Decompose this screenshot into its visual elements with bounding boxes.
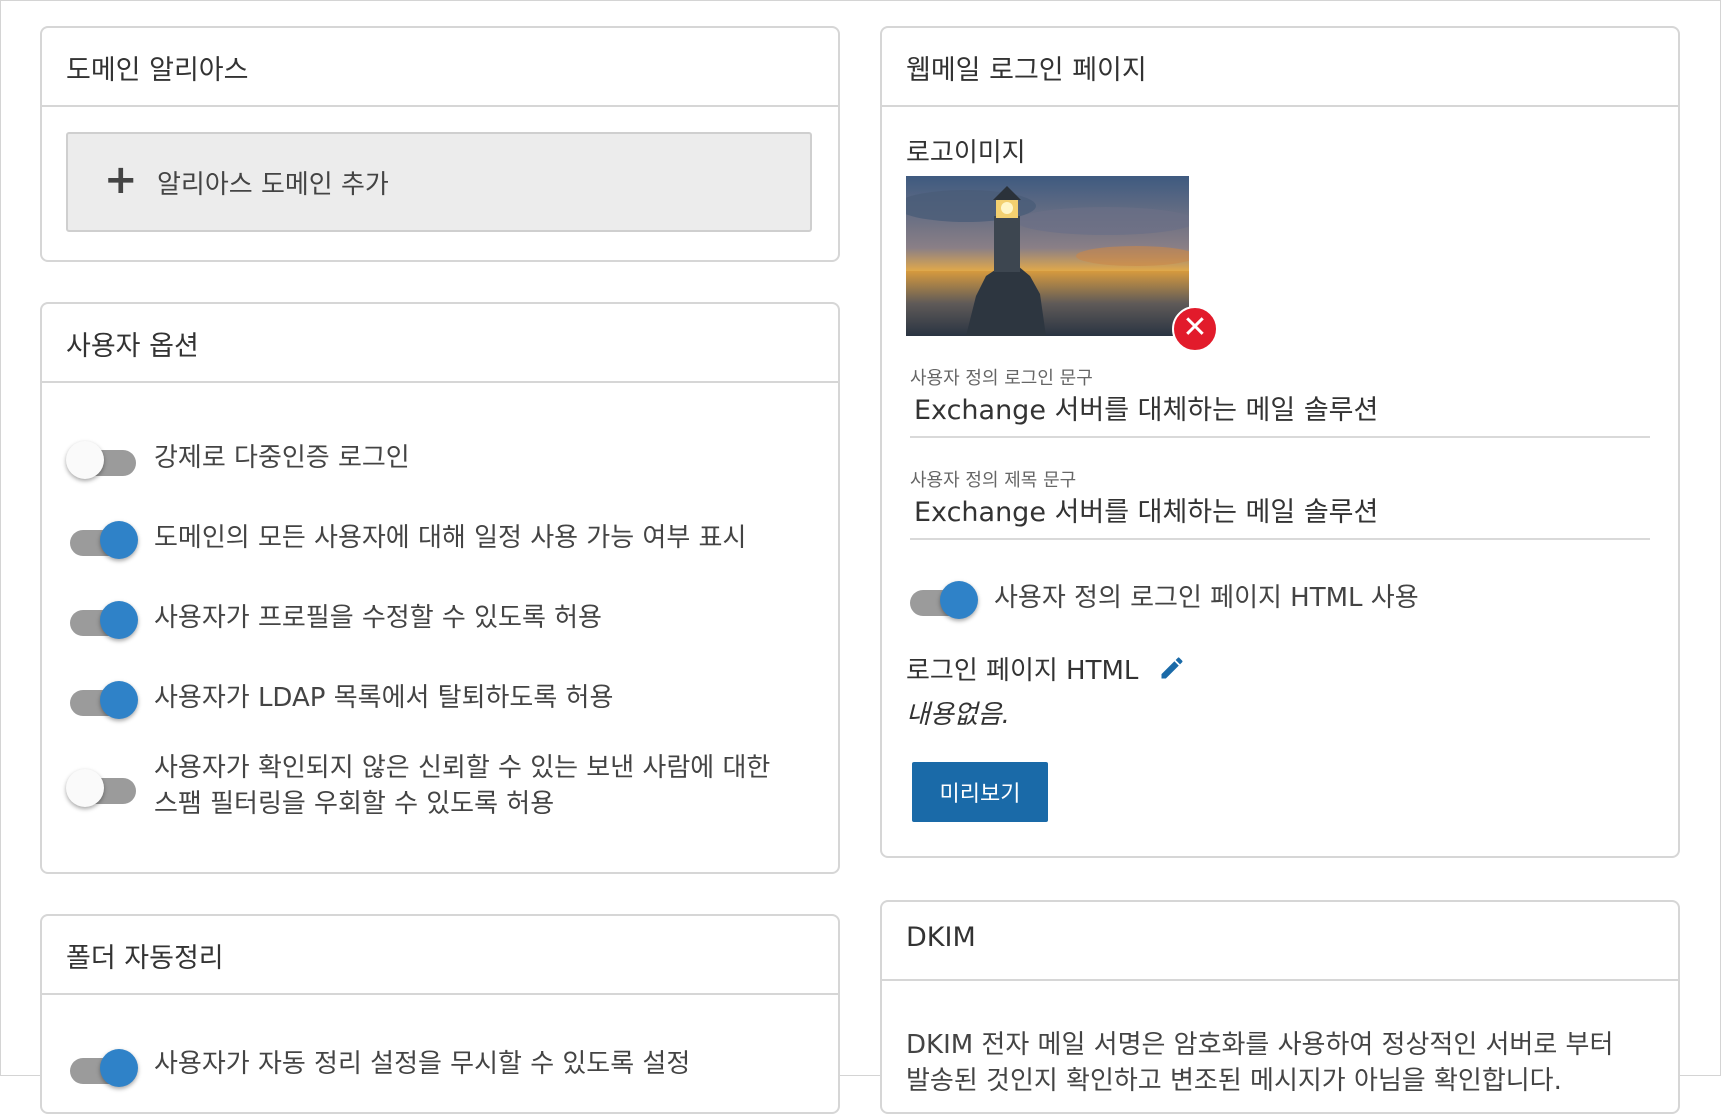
toggle-allow-ldap-optout[interactable] [66, 678, 138, 722]
toggle-knob [66, 441, 104, 479]
logo-image [906, 176, 1189, 336]
user-options-title: 사용자 옵션 [42, 304, 838, 383]
option-label: 사용자가 자동 정리 설정을 무시할 수 있도록 설정 [154, 1049, 691, 1079]
toggle-knob [100, 681, 138, 719]
add-alias-domain-label: 알리아스 도메인 추가 [157, 170, 389, 200]
toggle-bypass-spam-filter[interactable] [66, 766, 138, 810]
folder-cleanup-title: 폴더 자동정리 [42, 916, 838, 995]
remove-logo-button[interactable]: ✕ [1172, 306, 1218, 352]
toggle-knob [100, 601, 138, 639]
option-label: 사용자가 프로필을 수정할 수 있도록 허용 [154, 603, 602, 633]
toggle-knob [100, 1049, 138, 1087]
dkim-description: 발송된 것인지 확인하고 변조된 메시지가 아님을 확인합니다. [906, 1066, 1562, 1096]
custom-title-text-input[interactable]: Exchange 서버를 대체하는 메일 솔루션 [914, 490, 1378, 529]
custom-login-html-toggle-label: 사용자 정의 로그인 페이지 HTML 사용 [994, 583, 1419, 613]
login-html-value: 내용없음. [906, 700, 1010, 730]
toggle-force-mfa[interactable] [66, 438, 138, 482]
domain-alias-panel: 도메인 알리아스 + 알리아스 도메인 추가 [40, 26, 840, 262]
option-label: 사용자가 LDAP 목록에서 탈퇴하도록 허용 [154, 683, 614, 713]
option-label: 도메인의 모든 사용자에 대해 일정 사용 가능 여부 표시 [154, 523, 747, 553]
toggle-allow-profile-edit[interactable] [66, 598, 138, 642]
toggle-custom-login-html[interactable] [906, 578, 978, 622]
folder-cleanup-panel: 폴더 자동정리 사용자가 자동 정리 설정을 무시할 수 있도록 설정 [40, 914, 840, 1114]
user-options-panel: 사용자 옵션 강제로 다중인증 로그인 도메인의 모든 사용자에 대해 일정 사… [40, 302, 840, 874]
custom-login-text-input[interactable]: Exchange 서버를 대체하는 메일 솔루션 [914, 388, 1378, 427]
webmail-login-panel: 웹메일 로그인 페이지 로고이미지 ✕ 사용자 정의 로그인 문구 Exchan… [880, 26, 1680, 858]
dkim-title: DKIM [882, 902, 1678, 981]
login-html-label: 로그인 페이지 HTML [906, 656, 1139, 686]
webmail-login-title: 웹메일 로그인 페이지 [882, 28, 1678, 107]
logo-image-label: 로고이미지 [906, 138, 1026, 168]
custom-login-text-underline [910, 436, 1650, 438]
option-label: 강제로 다중인증 로그인 [154, 443, 410, 473]
toggle-show-availability[interactable] [66, 518, 138, 562]
option-label: 사용자가 확인되지 않은 신뢰할 수 있는 보낸 사람에 대한 [154, 753, 771, 783]
plus-icon: + [104, 157, 138, 203]
custom-title-text-label: 사용자 정의 제목 문구 [910, 470, 1077, 491]
toggle-knob [940, 581, 978, 619]
preview-button[interactable]: 미리보기 [912, 762, 1048, 822]
domain-alias-title: 도메인 알리아스 [42, 28, 838, 107]
dkim-panel: DKIM DKIM 전자 메일 서명은 암호화를 사용하여 정상적인 서버로 부… [880, 900, 1680, 1114]
toggle-knob [66, 769, 104, 807]
custom-login-text-label: 사용자 정의 로그인 문구 [910, 368, 1093, 389]
close-icon: ✕ [1182, 310, 1208, 345]
toggle-knob [100, 521, 138, 559]
custom-title-text-underline [910, 538, 1650, 540]
toggle-ignore-cleanup[interactable] [66, 1046, 138, 1090]
dkim-description: DKIM 전자 메일 서명은 암호화를 사용하여 정상적인 서버로 부터 [906, 1030, 1614, 1060]
pencil-icon[interactable] [1158, 654, 1186, 682]
add-alias-domain-button[interactable]: + 알리아스 도메인 추가 [66, 132, 812, 232]
option-label: 스팸 필터링을 우회할 수 있도록 허용 [154, 789, 555, 819]
